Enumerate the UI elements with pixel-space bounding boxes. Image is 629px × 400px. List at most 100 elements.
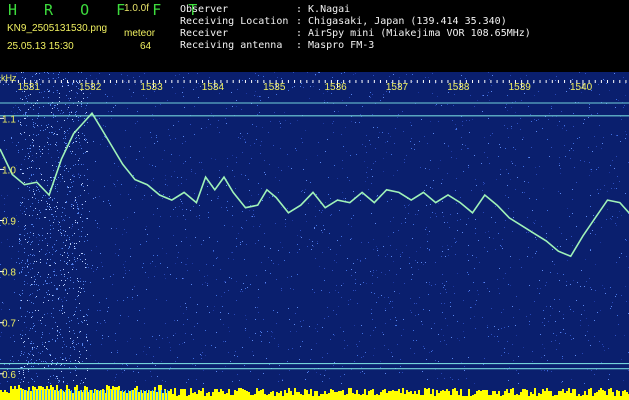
noise-speck [49,204,50,205]
noise-speck [73,315,74,316]
noise-speck [218,196,219,197]
noise-speck [414,303,415,304]
noise-speck [341,236,342,237]
noise-speck [263,373,264,374]
noise-speck [400,268,401,269]
level-bar [412,394,414,400]
noise-speck [61,280,62,281]
noise-speck [269,342,270,343]
noise-speck [60,357,61,358]
noise-speck [260,100,261,101]
noise-speck [355,290,356,291]
noise-speck [428,77,429,78]
noise-speck [23,374,24,375]
noise-speck [52,165,53,166]
noise-speck [609,172,610,173]
noise-speck [146,289,147,290]
noise-speck [71,153,72,154]
noise-speck [68,133,69,134]
noise-speck [599,341,600,342]
noise-speck [73,181,74,182]
noise-speck [174,171,175,172]
noise-speck [69,114,70,115]
noise-speck [69,146,70,147]
noise-speck [211,200,212,201]
noise-speck [46,209,47,210]
noise-speck [59,332,60,333]
level-bar [330,389,332,400]
noise-speck [22,335,23,336]
level-bar [324,391,326,400]
noise-speck [79,303,80,304]
noise-speck [120,194,121,195]
noise-speck [23,72,24,73]
level-bar [212,392,214,400]
noise-speck [64,276,65,277]
noise-speck [50,225,51,226]
noise-speck [21,272,22,273]
noise-speck [66,202,67,203]
noise-speck [77,296,78,297]
noise-speck [499,144,500,145]
level-bar [482,390,484,400]
noise-speck [242,347,243,348]
noise-speck [191,169,192,170]
noise-speck [252,340,253,341]
noise-speck [431,328,432,329]
noise-speck [288,349,289,350]
noise-speck [410,141,411,142]
noise-speck [136,354,137,355]
noise-speck [484,183,485,184]
noise-speck [75,366,76,367]
noise-speck [48,91,49,92]
noise-speck [69,246,70,247]
noise-speck [20,300,21,301]
noise-speck [491,217,492,218]
level-bar [296,392,298,400]
noise-speck [324,268,325,269]
noise-speck [500,147,501,148]
noise-speck [526,232,527,233]
noise-speck [78,135,79,136]
noise-speck [77,105,78,106]
noise-speck [567,208,568,209]
noise-speck [81,380,82,381]
noise-speck [542,344,543,345]
level-bar [14,386,16,400]
noise-speck [258,240,259,241]
noise-speck [59,72,60,73]
noise-speck [389,270,390,271]
noise-speck [85,378,86,379]
noise-speck [209,237,210,238]
level-bar [24,390,26,400]
noise-speck [546,233,547,234]
noise-speck [302,341,303,342]
noise-speck [258,75,259,76]
level-bar [6,392,8,400]
noise-speck [42,344,43,345]
x-tick-label: 1535 [263,82,286,93]
noise-speck [115,253,116,254]
noise-speck [456,128,457,129]
noise-speck [194,193,195,194]
noise-speck [84,291,85,292]
noise-speck [101,344,102,345]
noise-speck [343,283,344,284]
noise-speck [115,377,116,378]
noise-speck [327,139,328,140]
level-bar [494,391,496,400]
noise-speck [57,108,58,109]
level-bar [252,395,254,400]
noise-speck [237,356,238,357]
noise-speck [203,383,204,384]
noise-speck [29,215,30,216]
noise-speck [231,92,232,93]
noise-speck [99,228,100,229]
noise-speck [29,295,30,296]
noise-speck [50,355,51,356]
noise-speck [324,229,325,230]
noise-speck [552,261,553,262]
level-bar [416,394,418,400]
noise-speck [254,216,255,217]
noise-speck [209,312,210,313]
